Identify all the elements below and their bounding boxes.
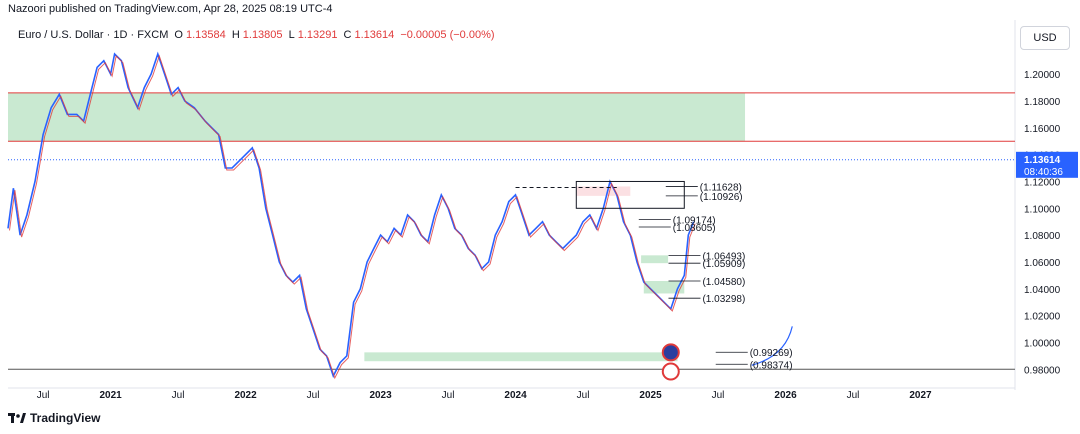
x-tick-label: 2026 xyxy=(774,390,797,401)
last-price-label: 1.13614 xyxy=(1024,155,1061,166)
zone-pink xyxy=(576,186,631,196)
x-tick-label: Jul xyxy=(442,390,455,401)
level-label: (1.11628) xyxy=(700,182,742,193)
y-tick-label: 1.10000 xyxy=(1024,204,1061,215)
close-label: C xyxy=(343,29,352,41)
low-label: L xyxy=(288,29,295,41)
zone-green xyxy=(364,352,678,362)
y-tick-label: 1.08000 xyxy=(1024,231,1061,242)
level-label: (0.98374) xyxy=(750,360,793,371)
annotation-box xyxy=(575,180,685,209)
x-tick-label: Jul xyxy=(37,390,50,401)
price-chart[interactable]: (1.11628)(1.10926) (1.09174)(1.08605) (1.0… xyxy=(0,0,1080,434)
level-label: (1.04580) xyxy=(702,277,745,288)
high-label: H xyxy=(231,29,240,41)
branding-text: TradingView xyxy=(30,411,101,425)
low-value: 1.13291 xyxy=(297,29,338,41)
x-tick-label: 2022 xyxy=(234,390,257,401)
countdown-label: 08:40:36 xyxy=(1024,167,1063,178)
symbol-name[interactable]: Euro / U.S. Dollar · 1D · FXCM xyxy=(18,29,168,41)
zone-green xyxy=(8,92,746,142)
level-label: (1.03298) xyxy=(702,294,745,305)
x-tick-label: Jul xyxy=(577,390,590,401)
y-tick-label: 1.16000 xyxy=(1024,124,1061,135)
eu-flag-icon xyxy=(661,343,680,362)
price-line-shadow xyxy=(9,54,696,380)
symbol-legend: Euro / U.S. Dollar · 1D · FXCM O 1.13584 … xyxy=(18,29,498,41)
y-tick-label: 0.98000 xyxy=(1024,365,1061,376)
x-tick-label: 2024 xyxy=(504,390,527,401)
zone-green xyxy=(641,255,669,264)
level-label: (0.99269) xyxy=(750,348,793,359)
publisher-line: Nazoori published on TradingView.com, Ap… xyxy=(8,3,333,15)
open-label: O xyxy=(174,29,183,41)
projection-curve xyxy=(751,326,793,366)
x-tick-label: 2021 xyxy=(99,390,122,401)
y-tick-label: 1.14000 xyxy=(1024,151,1061,162)
change-value: −0.00005 (−0.00%) xyxy=(400,29,495,41)
x-tick-label: 2023 xyxy=(369,390,392,401)
level-label: (1.06493) xyxy=(702,251,745,262)
y-tick-label: 1.18000 xyxy=(1024,97,1061,108)
y-tick-label: 1.04000 xyxy=(1024,285,1061,296)
close-value: 1.13614 xyxy=(354,29,395,41)
last-price-tag xyxy=(1016,151,1078,178)
tradingview-logo-icon xyxy=(8,413,26,423)
currency-button[interactable]: USD xyxy=(1020,26,1070,50)
price-line xyxy=(7,51,695,379)
high-value: 1.13805 xyxy=(242,29,283,41)
x-tick-label: Jul xyxy=(307,390,320,401)
chart-root: Nazoori published on TradingView.com, Ap… xyxy=(0,0,1080,434)
open-value: 1.13584 xyxy=(185,29,226,41)
y-tick-label: 1.00000 xyxy=(1024,338,1061,349)
level-label: (1.10926) xyxy=(700,192,743,203)
x-tick-label: Jul xyxy=(172,390,185,401)
x-tick-label: Jul xyxy=(847,390,860,401)
level-label: (1.08605) xyxy=(673,223,716,234)
x-tick-label: 2025 xyxy=(639,390,662,401)
zone-green xyxy=(643,281,685,294)
y-tick-label: 1.06000 xyxy=(1024,258,1061,269)
x-tick-label: Jul xyxy=(712,390,725,401)
y-tick-label: 1.20000 xyxy=(1024,70,1061,81)
y-tick-label: 1.02000 xyxy=(1024,312,1061,323)
tradingview-logo[interactable]: TradingView xyxy=(8,411,100,425)
level-label: (1.05909) xyxy=(702,259,745,270)
y-tick-label: 1.12000 xyxy=(1024,177,1061,188)
level-label: (1.09174) xyxy=(673,215,716,226)
us-flag-icon xyxy=(661,362,680,381)
x-tick-label: 2027 xyxy=(909,390,932,401)
